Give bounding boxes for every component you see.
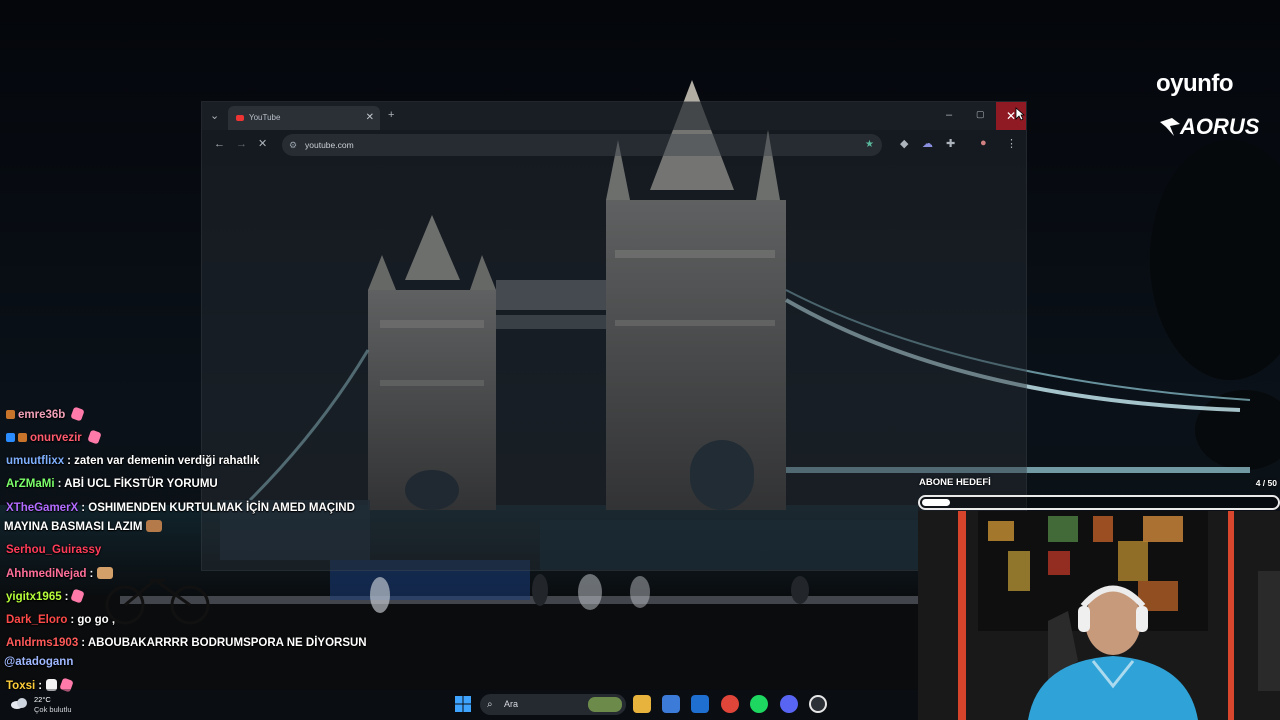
chat-emote-icon <box>97 567 114 579</box>
goal-count: 4 / 50 <box>1255 478 1277 488</box>
obs-studio-icon[interactable] <box>809 695 827 713</box>
chat-message-continuation: @atadogann <box>4 656 73 668</box>
chat-text: : go go , <box>70 614 116 626</box>
chat-message: umuutflixx: zaten var demenin verdiği ra… <box>6 455 260 467</box>
chat-emote-icon <box>70 588 86 604</box>
webcam-feed <box>918 511 1280 720</box>
tab-close-icon[interactable]: ✕ <box>366 106 374 130</box>
windows-taskbar: 22°C Çok bulutlu ⌕ Ara <box>0 689 918 720</box>
spotify-icon[interactable] <box>750 695 768 713</box>
weather-temperature: 22°C <box>34 695 51 704</box>
outlook-icon[interactable] <box>691 695 709 713</box>
chat-badge-icon <box>6 433 15 442</box>
chat-emote-icon <box>70 406 86 422</box>
chat-message: Serhou_Guirassy <box>6 544 104 556</box>
discord-icon[interactable] <box>780 695 798 713</box>
chat-username[interactable]: umuutflixx <box>6 455 64 467</box>
chat-badge-icon <box>6 410 15 419</box>
file-explorer-icon[interactable] <box>633 695 651 713</box>
chat-username[interactable]: emre36b <box>18 409 65 421</box>
chrome-icon[interactable] <box>721 695 739 713</box>
chat-text: : ABOUBAKARRRR BODRUMSPORA NE DİYORSUN <box>81 637 367 649</box>
oyunfor-logo: oyunfo <box>1156 70 1233 97</box>
address-bar[interactable]: ⚙ youtube.com ★ <box>282 134 882 156</box>
browser-toolbar: ← → ✕ ⚙ youtube.com ★ ◆ ☁ ✚ ● ⋮ <box>202 130 1026 160</box>
windows-start-icon[interactable] <box>455 696 471 712</box>
subscriber-goal: ABONE HEDEFİ 4 / 50 <box>918 477 1280 511</box>
chat-username[interactable]: Anldrms1903 <box>6 637 78 649</box>
chat-message: yigitx1965: <box>6 588 86 604</box>
forward-arrow-icon[interactable]: → <box>236 139 247 150</box>
extension-cloud-icon[interactable]: ☁ <box>922 139 933 150</box>
extensions-puzzle-icon[interactable]: ✚ <box>946 139 955 150</box>
taskbar-search[interactable]: ⌕ Ara <box>480 694 626 715</box>
aorus-logo: AORUS <box>1160 114 1259 140</box>
chat-message: emre36b <box>6 406 86 422</box>
extension-diamond-icon[interactable]: ◆ <box>900 139 908 150</box>
chat-message: onurvezir <box>6 429 102 445</box>
chat-emote-icon <box>146 520 163 532</box>
chat-text: : <box>64 591 69 603</box>
chat-text: : zaten var demenin verdiği rahatlık <box>67 455 260 467</box>
site-info-icon[interactable]: ⚙ <box>289 134 297 156</box>
minimize-button[interactable]: – <box>946 110 952 121</box>
chat-username[interactable]: onurvezir <box>30 432 82 444</box>
tab-title: YouTube <box>249 113 281 122</box>
menu-kebab-icon[interactable]: ⋮ <box>1006 139 1017 150</box>
chat-text: : <box>89 568 94 580</box>
search-placeholder: Ara <box>504 699 519 709</box>
mouse-cursor-icon <box>1015 107 1025 121</box>
tab-search-chevron-icon[interactable]: ⌄ <box>210 111 219 122</box>
browser-window[interactable]: ⌄ YouTube ✕ + – ▢ ✕ ← → ✕ ⚙ youtube.com … <box>201 101 1027 571</box>
chat-message-continuation: MAYINA BASMASI LAZIM <box>4 520 163 533</box>
chat-message: XTheGamerX: OSHIMENDEN KURTULMAK İÇİN AM… <box>6 502 355 514</box>
cloud-weather-icon <box>11 698 27 709</box>
chat-message: AhhmediNejad: <box>6 567 114 580</box>
chat-message: Anldrms1903: ABOUBAKARRRR BODRUMSPORA NE… <box>6 637 367 649</box>
search-icon: ⌕ <box>487 699 493 710</box>
chat-message: Dark_Eloro: go go , <box>6 614 115 626</box>
weather-condition: Çok bulutlu <box>34 705 72 714</box>
aorus-eagle-icon <box>1160 118 1180 136</box>
microsoft-store-icon[interactable] <box>662 695 680 713</box>
goal-progress-bar <box>918 495 1280 510</box>
bookmark-star-icon[interactable]: ★ <box>865 134 874 156</box>
tab-youtube[interactable]: YouTube ✕ <box>228 106 380 130</box>
chat-badge-icon <box>18 433 27 442</box>
maximize-button[interactable]: ▢ <box>976 110 985 119</box>
back-arrow-icon[interactable]: ← <box>214 139 225 150</box>
chat-username[interactable]: yigitx1965 <box>6 591 62 603</box>
chat-message: ArZMaMi: ABİ UCL FİKSTÜR YORUMU <box>6 478 218 490</box>
search-highlight-icon <box>588 697 622 712</box>
address-text: youtube.com <box>305 140 354 150</box>
goal-progress-fill <box>922 499 950 506</box>
tab-strip: ⌄ YouTube ✕ + – ▢ ✕ <box>202 102 1026 130</box>
chat-text: : OSHIMENDEN KURTULMAK İÇİN AMED MAÇIND <box>81 502 355 514</box>
chat-username[interactable]: Serhou_Guirassy <box>6 544 101 556</box>
goal-title: ABONE HEDEFİ <box>919 477 991 488</box>
aorus-logo-text: AORUS <box>1180 114 1260 139</box>
chat-emote-icon <box>87 429 102 445</box>
chat-username[interactable]: Dark_Eloro <box>6 614 67 626</box>
chat-mention[interactable]: @atadogann <box>4 656 73 668</box>
profile-avatar-icon[interactable]: ● <box>980 138 987 149</box>
new-tab-button[interactable]: + <box>388 110 394 121</box>
stop-loading-icon[interactable]: ✕ <box>258 139 267 150</box>
chat-username[interactable]: XTheGamerX <box>6 502 78 514</box>
youtube-favicon-icon <box>236 115 244 121</box>
chat-text: MAYINA BASMASI LAZIM <box>4 521 143 533</box>
chat-username[interactable]: ArZMaMi <box>6 478 55 490</box>
chat-text: : ABİ UCL FİKSTÜR YORUMU <box>57 478 218 490</box>
chat-username[interactable]: AhhmediNejad <box>6 568 87 580</box>
